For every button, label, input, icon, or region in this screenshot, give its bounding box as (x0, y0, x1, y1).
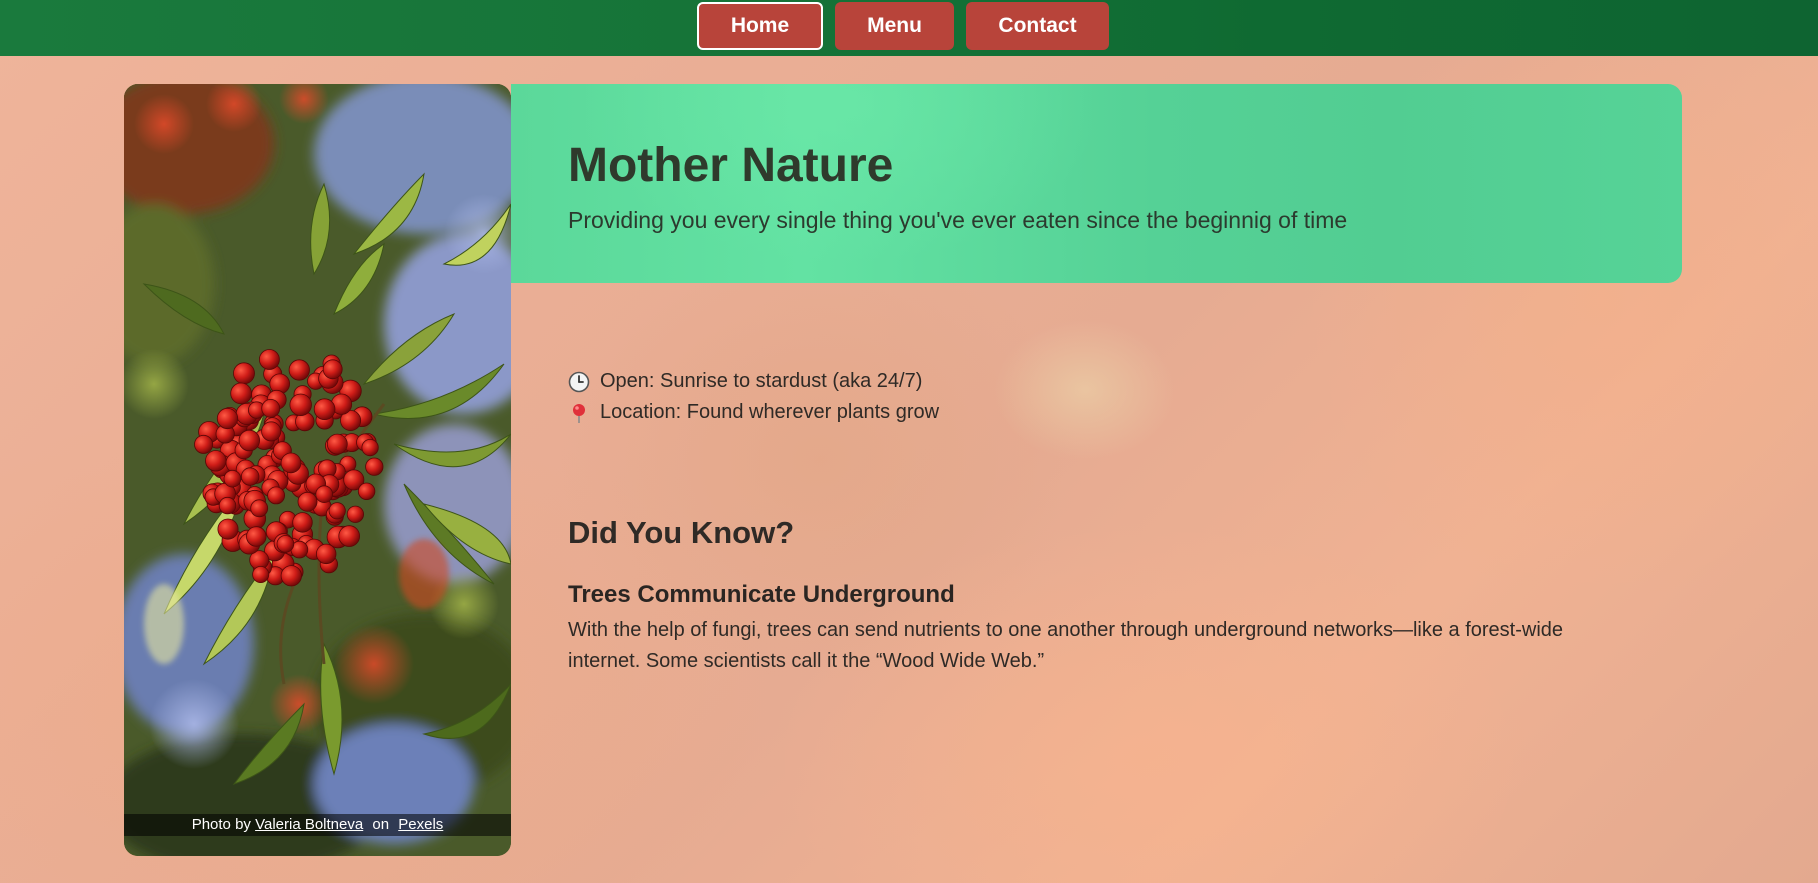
photo-credit: Photo by Valeria Boltneva on Pexels (124, 814, 511, 836)
hero-banner: Mother Nature Providing you every single… (511, 84, 1682, 283)
nav-home-button[interactable]: Home (697, 2, 823, 50)
photo-credit-prefix: Photo by (191, 816, 251, 833)
photo-author-link[interactable]: Valeria Boltneva (255, 816, 363, 833)
nav-contact-button[interactable]: Contact (966, 2, 1109, 50)
pushpin-icon (573, 403, 585, 423)
photo-site-link[interactable]: Pexels (398, 816, 443, 833)
clock-icon (568, 371, 590, 392)
opening-hours: Open: Sunrise to stardust (aka 24/7) (568, 366, 922, 397)
did-you-know-heading: Did You Know? (568, 515, 795, 550)
location: Location: Found wherever plants grow (568, 397, 939, 428)
location-text: Location: Found wherever plants grow (600, 401, 940, 423)
fact-title: Trees Communicate Underground (568, 581, 955, 608)
page-subtitle: Providing you every single thing you've … (568, 207, 1348, 233)
rowan-berries-photo (124, 84, 511, 856)
photo-credit-separator: on (372, 816, 390, 833)
top-navbar: Home Menu Contact (0, 0, 1818, 56)
fact-body: With the help of fungi, trees can send n… (568, 619, 1564, 672)
page-title: Mother Nature (568, 139, 894, 192)
opening-hours-text: Open: Sunrise to stardust (aka 24/7) (600, 370, 923, 392)
nav-menu-button[interactable]: Menu (835, 2, 954, 50)
berries-photo-panel: Photo by Valeria Boltneva on Pexels (124, 84, 511, 856)
